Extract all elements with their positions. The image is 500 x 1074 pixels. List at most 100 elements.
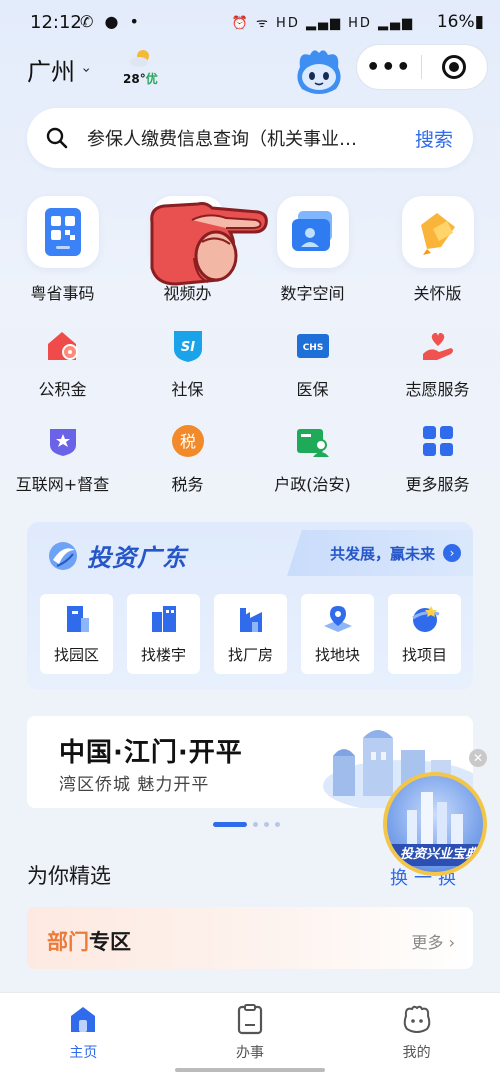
tax-icon: 税: [170, 423, 206, 459]
svg-text:CHS: CHS: [302, 343, 323, 353]
banner-subline: 湾区侨城 魅力开平: [59, 775, 210, 795]
clipboard-icon: [234, 1003, 266, 1035]
carousel-indicator: [213, 822, 280, 827]
service-housing-fund[interactable]: 公积金: [0, 328, 125, 423]
household-icon: [295, 423, 331, 459]
tab-label: 主页: [69, 1045, 98, 1061]
section-title: 为你精选: [27, 864, 111, 888]
office-building-icon: [151, 605, 176, 632]
chevron-right-icon: ›: [443, 544, 461, 562]
service-grid: 公积金 SI 社保 CHS 医保 志愿服务 互联网+督查 税 税务 户政(治安): [0, 328, 500, 518]
invest-item-label: 找地块: [314, 645, 360, 664]
status-bar: 12:12 ✆ ● • ⏰ ᯤ HD ▂▄▆ HD ▂▄▆ 16%▮: [0, 0, 500, 44]
battery-indicator: 16%▮: [436, 12, 484, 32]
invest-logo-icon: [49, 541, 77, 570]
pointing-hand-icon: [150, 202, 268, 286]
search-bar[interactable]: 参保人缴费信息查询（机关事业… 搜索: [27, 108, 473, 168]
invest-item-label: 找园区: [53, 645, 99, 664]
service-social-security[interactable]: SI 社保: [125, 328, 250, 423]
invest-item-building[interactable]: 找楼宇: [127, 594, 200, 674]
invest-title[interactable]: 投资广东: [47, 538, 187, 573]
search-button[interactable]: 搜索: [395, 125, 473, 152]
service-label: 医保: [296, 380, 329, 399]
banner-headline: 中国·江门·开平: [59, 738, 243, 768]
weather-temperature: 28°: [123, 72, 146, 86]
invest-item-label: 找楼宇: [140, 645, 186, 664]
department-zone-title-rest: 专区: [89, 930, 131, 954]
air-quality: 优: [145, 72, 158, 86]
invest-item-factory[interactable]: 找厂房: [214, 594, 287, 674]
more-menu-icon[interactable]: •••: [357, 55, 421, 80]
home-icon: [67, 1003, 99, 1035]
invest-item-label: 找项目: [401, 645, 447, 664]
volunteer-heart-icon: [420, 328, 456, 364]
invest-item-project[interactable]: 找项目: [388, 594, 461, 674]
svg-text:SI: SI: [180, 340, 194, 355]
weather-info[interactable]: 28°优: [123, 70, 158, 87]
chevron-down-icon: ›: [77, 66, 94, 73]
notification-icons: ✆ ● •: [80, 12, 142, 31]
tab-services[interactable]: 办事: [167, 993, 334, 1074]
qr-code-icon: [26, 196, 99, 268]
search-input[interactable]: 参保人缴费信息查询（机关事业…: [87, 125, 395, 151]
service-label: 志愿服务: [405, 380, 470, 399]
app-label: 数字空间: [280, 284, 345, 303]
carousel-dot: [253, 822, 258, 827]
more-grid-icon: [420, 423, 456, 459]
invest-slogan-link[interactable]: 共发展，赢未来 ›: [287, 530, 473, 576]
invest-slogan-text: 共发展，赢未来: [329, 544, 435, 563]
service-label: 户政(治安): [274, 475, 351, 494]
carousel-dot: [264, 822, 269, 827]
mini-program-capsule: •••: [356, 44, 488, 90]
service-tax[interactable]: 税 税务: [125, 423, 250, 518]
service-household-registration[interactable]: 户政(治安): [250, 423, 375, 518]
tab-profile[interactable]: 我的: [333, 993, 500, 1074]
app-label: 关怀版: [413, 284, 462, 303]
app-care-version[interactable]: 关怀版: [375, 196, 500, 304]
carousel-dot: [275, 822, 280, 827]
city-name: 广州: [27, 58, 75, 86]
service-volunteer[interactable]: 志愿服务: [375, 328, 500, 423]
tab-label: 我的: [402, 1045, 431, 1061]
close-icon[interactable]: ✕: [469, 749, 487, 767]
mascot-avatar-icon[interactable]: [292, 45, 346, 97]
folder-icon: [276, 196, 349, 268]
search-icon: [27, 127, 87, 149]
department-zone-highlight: 部门: [47, 930, 89, 954]
service-label: 社保: [171, 380, 204, 399]
tab-home[interactable]: 主页: [0, 993, 167, 1074]
invest-item-label: 找厂房: [227, 645, 273, 664]
invest-items: 找园区 找楼宇 找厂房 找地块 找项目: [40, 594, 461, 674]
invest-item-park[interactable]: 找园区: [40, 594, 113, 674]
floating-ad-label: 投资兴业宝典: [387, 844, 483, 866]
factory-icon: [239, 607, 262, 632]
weather-icon: [130, 50, 149, 67]
ribbon-icon: [401, 196, 474, 268]
city-selector[interactable]: 广州 ›: [27, 52, 94, 87]
invest-item-land[interactable]: 找地块: [301, 594, 374, 674]
department-more-link[interactable]: 更多 ›: [412, 929, 456, 953]
home-indicator: [175, 1068, 325, 1072]
service-internet-inspection[interactable]: 互联网+督查: [0, 423, 125, 518]
floating-ad[interactable]: 投资兴业宝典: [383, 772, 487, 876]
department-zone-card[interactable]: 部门专区 更多 ›: [27, 907, 473, 969]
park-building-icon: [66, 605, 89, 632]
tab-label: 办事: [236, 1045, 264, 1061]
map-pin-icon: [323, 605, 352, 632]
carousel-dot-active: [213, 822, 247, 827]
star-shield-icon: [45, 423, 81, 459]
project-globe-icon: [411, 605, 439, 632]
invest-guangdong-panel: 投资广东 共发展，赢未来 › 找园区 找楼宇 找厂房 找地块 找项目: [27, 522, 473, 690]
svg-text:税: 税: [179, 432, 195, 451]
social-security-icon: SI: [170, 328, 206, 364]
status-time: 12:12: [30, 12, 82, 33]
service-more[interactable]: 更多服务: [375, 423, 500, 518]
close-program-button[interactable]: [422, 55, 488, 79]
service-label: 税务: [171, 475, 204, 494]
service-medical-insurance[interactable]: CHS 医保: [250, 328, 375, 423]
service-label: 更多服务: [405, 475, 470, 494]
service-label: 互联网+督查: [15, 475, 110, 494]
app-label: 粤省事码: [30, 284, 95, 303]
signal-icons: ⏰ ᯤ HD ▂▄▆ HD ▂▄▆: [231, 16, 414, 31]
app-yueshengshi-code[interactable]: 粤省事码: [0, 196, 125, 304]
